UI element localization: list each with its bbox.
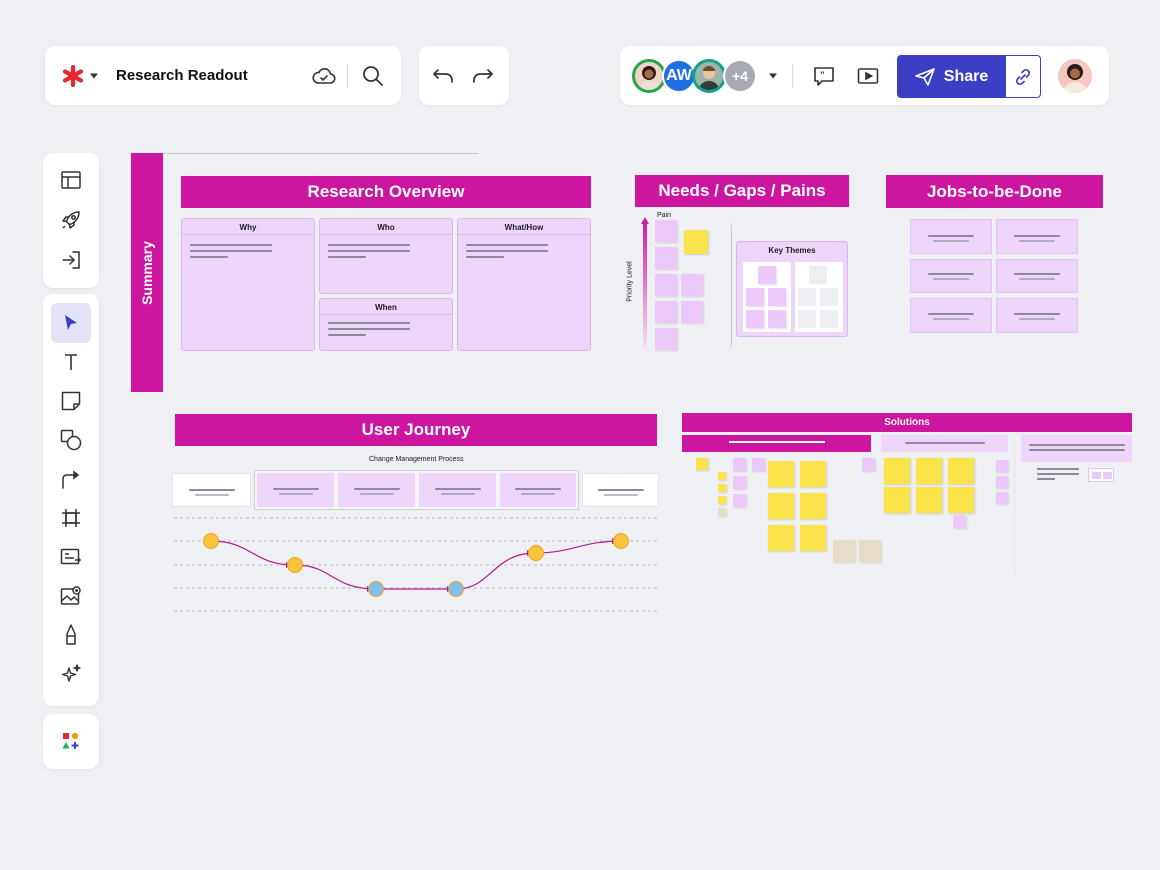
card-title: Why	[182, 219, 314, 235]
avatar[interactable]	[632, 59, 666, 93]
search-icon[interactable]	[359, 62, 387, 90]
more-collaborators-badge[interactable]: +4	[723, 59, 757, 93]
journey-stage[interactable]	[500, 473, 576, 507]
frame-icon[interactable]	[43, 499, 99, 537]
neutral-emoji-icon[interactable]	[287, 557, 303, 573]
key-themes-panel[interactable]: Key Themes	[736, 241, 848, 337]
share-label: Share	[943, 67, 989, 85]
sad-emoji-icon[interactable]	[368, 581, 384, 597]
user-avatar[interactable]	[1058, 59, 1092, 93]
present-icon[interactable]	[854, 62, 882, 90]
comment-icon[interactable]: ”	[810, 62, 838, 90]
happy-emoji-icon[interactable]	[203, 533, 219, 549]
neutral-emoji-icon[interactable]	[528, 545, 544, 561]
journey-stage-end[interactable]	[582, 473, 659, 507]
toolbar-divider	[347, 64, 348, 88]
more-shapes-icon[interactable]	[43, 722, 99, 760]
overview-card-when[interactable]: When	[319, 298, 453, 351]
priority-axis-label: Priority Level	[626, 261, 634, 302]
history-panel	[419, 46, 509, 105]
card-title: What/How	[458, 219, 590, 235]
frame-border-line	[163, 153, 478, 154]
key-themes-title: Key Themes	[768, 246, 816, 255]
select-cursor-icon[interactable]	[51, 303, 91, 343]
priority-axis	[640, 217, 650, 350]
import-icon[interactable]	[43, 241, 99, 279]
asterisk-logo[interactable]	[59, 64, 101, 88]
svg-text:”: ”	[820, 70, 825, 80]
user-journey-header[interactable]: User Journey	[175, 414, 657, 446]
toolbar-divider	[792, 64, 793, 88]
tools-toolbar	[43, 294, 99, 706]
overview-card-what-how[interactable]: What/How	[457, 218, 591, 351]
connector-icon[interactable]	[43, 460, 99, 498]
jobs-to-be-done-header[interactable]: Jobs-to-be-Done	[886, 175, 1103, 208]
shapes-icon[interactable]	[43, 421, 99, 459]
solutions-column-2-header[interactable]	[881, 435, 1008, 452]
journey-stage[interactable]	[338, 473, 415, 507]
card-title: Who	[320, 219, 452, 235]
journey-stage[interactable]	[419, 473, 496, 507]
sticky-note-icon[interactable]	[43, 382, 99, 420]
theme-brace	[724, 222, 732, 349]
journey-emotion-curve	[174, 517, 658, 612]
sad-emoji-icon[interactable]	[448, 581, 464, 597]
chevron-down-icon[interactable]	[764, 68, 782, 84]
rocket-icon[interactable]	[43, 201, 99, 239]
image-icon[interactable]	[43, 577, 99, 615]
send-icon	[914, 67, 935, 86]
undo-icon[interactable]	[429, 62, 457, 90]
summary-label[interactable]: Summary	[131, 153, 163, 392]
quick-actions-toolbar	[43, 153, 99, 288]
pain-axis-top-label: Pain	[657, 212, 672, 219]
layout-icon[interactable]	[43, 161, 99, 199]
card-title: When	[320, 299, 452, 315]
solutions-column-1-header[interactable]	[682, 435, 871, 452]
journey-stage[interactable]	[257, 473, 334, 507]
jtbd-grid	[910, 219, 1078, 334]
happy-emoji-icon[interactable]	[613, 533, 629, 549]
process-label: Change Management Process	[369, 456, 464, 463]
avatar[interactable]	[692, 59, 726, 93]
overview-card-who[interactable]: Who	[319, 218, 453, 294]
collaboration-panel: AW +4 ” Share	[620, 46, 1109, 105]
ai-sparkle-icon[interactable]	[43, 655, 99, 693]
needs-sticky-column	[652, 220, 708, 352]
share-button[interactable]: Share	[897, 55, 1005, 98]
text-icon[interactable]	[43, 343, 99, 381]
redo-icon[interactable]	[469, 62, 497, 90]
overview-card-why[interactable]: Why	[181, 218, 315, 351]
solutions-header[interactable]: Solutions	[682, 413, 1132, 432]
link-icon[interactable]	[1005, 55, 1041, 98]
solutions-stickies	[682, 456, 1132, 576]
journey-stage-start[interactable]	[172, 473, 251, 507]
cloud-sync-icon[interactable]	[310, 62, 338, 90]
research-overview-header[interactable]: Research Overview	[181, 176, 591, 208]
avatar-initials[interactable]: AW	[662, 59, 696, 93]
card-icon[interactable]	[43, 538, 99, 576]
needs-gaps-pains-header[interactable]: Needs / Gaps / Pains	[635, 175, 849, 207]
pen-icon[interactable]	[43, 616, 99, 654]
more-shapes-toolbar	[43, 714, 99, 769]
document-title[interactable]: Research Readout	[116, 67, 248, 84]
document-panel: Research Readout	[45, 46, 401, 105]
